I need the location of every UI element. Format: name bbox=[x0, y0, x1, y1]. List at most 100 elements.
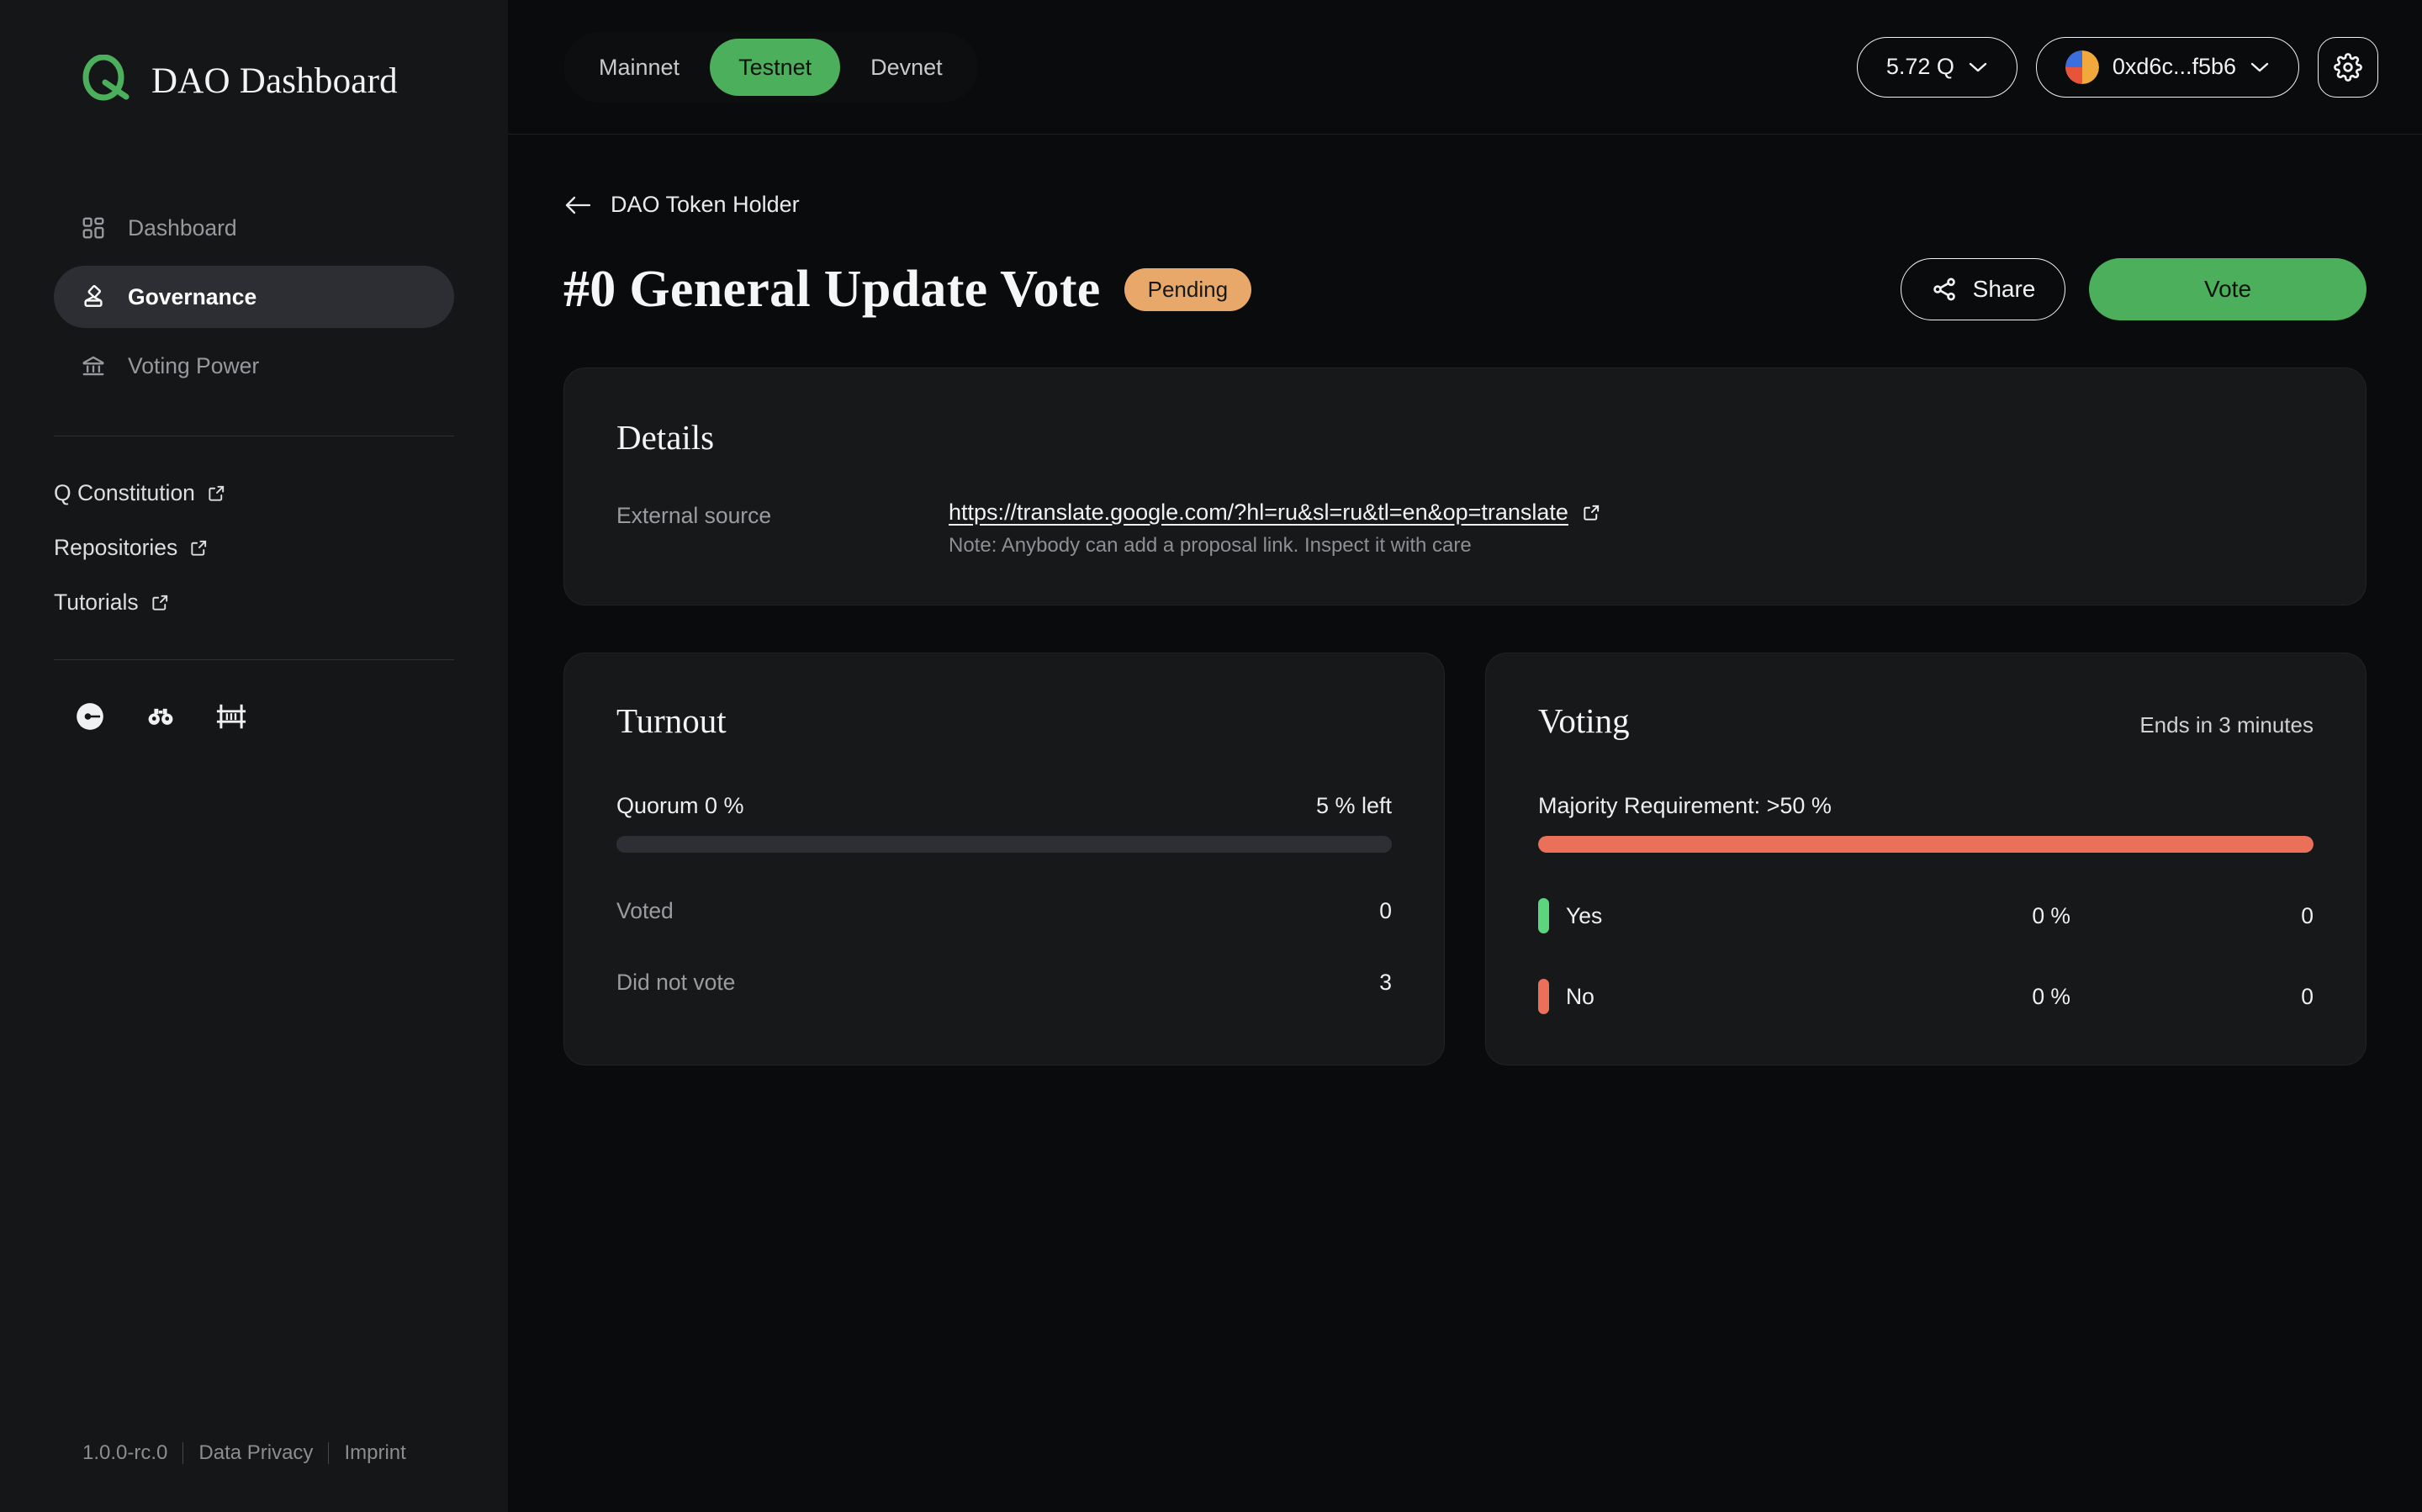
vote-button[interactable]: Vote bbox=[2089, 258, 2366, 320]
stats-row: Turnout Quorum 0 % 5 % left Voted 0 Did bbox=[563, 653, 2366, 1065]
turnout-row-did-not-vote: Did not vote 3 bbox=[616, 970, 1392, 996]
app-version: 1.0.0-rc.0 bbox=[82, 1441, 168, 1464]
page-content: DAO Token Holder #0 General Update Vote … bbox=[508, 135, 2422, 1512]
sidebar-links: Q Constitution Repositories Tutorials bbox=[0, 436, 508, 616]
sidebar-link-label: Tutorials bbox=[54, 589, 139, 615]
sidebar-item-dashboard[interactable]: Dashboard bbox=[54, 197, 454, 259]
yes-color-swatch bbox=[1538, 898, 1549, 933]
vote-option-count: 0 bbox=[2301, 902, 2314, 928]
arrow-left-icon bbox=[565, 196, 591, 214]
vote-option-yes: Yes 0 % 0 bbox=[1538, 898, 2314, 933]
wallet-dropdown[interactable]: 0xd6c...f5b6 bbox=[2035, 36, 2299, 98]
sidebar-item-label: Governance bbox=[128, 283, 257, 309]
voting-progress-track bbox=[1538, 836, 2314, 853]
vote-option-percent: 0 % bbox=[2032, 983, 2070, 1009]
network-switch: Mainnet Testnet Devnet bbox=[563, 31, 978, 103]
turnout-card: Turnout Quorum 0 % 5 % left Voted 0 Did bbox=[563, 653, 1445, 1065]
majority-row: Majority Requirement: >50 % bbox=[1538, 793, 2314, 819]
quorum-label: Quorum 0 % bbox=[616, 793, 744, 818]
footer-link-data-privacy[interactable]: Data Privacy bbox=[183, 1441, 328, 1465]
majority-label: Majority Requirement: >50 % bbox=[1538, 793, 1832, 818]
topbar: Mainnet Testnet Devnet 5.72 Q 0xd6c...f5… bbox=[508, 0, 2422, 135]
network-tab-devnet[interactable]: Devnet bbox=[842, 39, 971, 96]
turnout-row-value: 0 bbox=[1379, 898, 1392, 923]
network-tab-mainnet[interactable]: Mainnet bbox=[570, 39, 708, 96]
voting-ends-in: Ends in 3 minutes bbox=[2139, 712, 2314, 737]
turnout-row-voted: Voted 0 bbox=[616, 898, 1392, 924]
turnout-row-label: Did not vote bbox=[616, 970, 736, 995]
back-label: DAO Token Holder bbox=[611, 192, 800, 217]
sidebar-socials bbox=[0, 660, 508, 732]
page-actions: Share Vote bbox=[1901, 258, 2366, 320]
external-source-note: Note: Anybody can add a proposal link. I… bbox=[949, 534, 1472, 557]
sidebar-item-label: Dashboard bbox=[128, 214, 237, 241]
chevron-down-icon bbox=[1969, 62, 1987, 71]
gear-icon bbox=[2334, 52, 2362, 82]
settings-button[interactable] bbox=[2318, 36, 2378, 98]
q-logo-icon bbox=[82, 55, 130, 101]
vote-option-label: No bbox=[1566, 983, 1594, 1009]
binoculars-icon[interactable] bbox=[145, 700, 177, 732]
details-title: Details bbox=[616, 418, 715, 457]
external-source-link[interactable]: https://translate.google.com/?hl=ru&sl=r… bbox=[949, 500, 1601, 526]
turnout-title: Turnout bbox=[616, 701, 727, 740]
ballot-box-icon bbox=[84, 285, 103, 307]
sidebar-nav: Dashboard Governance Voting Power bbox=[0, 197, 508, 397]
sidebar-item-label: Voting Power bbox=[128, 352, 260, 378]
external-link-icon bbox=[209, 485, 225, 501]
sidebar-link-repositories[interactable]: Repositories bbox=[54, 535, 209, 561]
quorum-progress-track bbox=[616, 836, 1392, 853]
vote-option-count: 0 bbox=[2301, 983, 2314, 1009]
sidebar-item-voting-power[interactable]: Voting Power bbox=[54, 335, 454, 397]
network-tab-testnet[interactable]: Testnet bbox=[710, 38, 841, 96]
details-card: Details External source https://translat… bbox=[563, 367, 2366, 605]
wallet-address: 0xd6c...f5b6 bbox=[2112, 54, 2236, 79]
page-title: #0 General Update Vote bbox=[563, 260, 1101, 318]
voting-header: Voting Ends in 3 minutes bbox=[1538, 700, 2314, 741]
sidebar-link-q-constitution[interactable]: Q Constitution bbox=[54, 480, 226, 506]
share-label: Share bbox=[1972, 276, 2036, 302]
external-source-label: External source bbox=[616, 503, 772, 528]
avatar bbox=[2065, 50, 2099, 84]
brand[interactable]: DAO Dashboard bbox=[0, 0, 508, 109]
footer-link-imprint[interactable]: Imprint bbox=[329, 1441, 420, 1465]
voting-card: Voting Ends in 3 minutes Majority Requir… bbox=[1485, 653, 2366, 1065]
quorum-row: Quorum 0 % 5 % left bbox=[616, 793, 1392, 819]
share-button[interactable]: Share bbox=[1901, 258, 2065, 320]
brand-title: DAO Dashboard bbox=[151, 61, 398, 101]
back-button[interactable]: DAO Token Holder bbox=[563, 192, 800, 218]
page-header: #0 General Update Vote Pending Share Vot… bbox=[563, 258, 2366, 320]
vote-option-percent: 0 % bbox=[2032, 902, 2070, 928]
voting-title: Voting bbox=[1538, 701, 1630, 740]
sidebar-item-governance[interactable]: Governance bbox=[54, 266, 454, 328]
telegram-icon[interactable] bbox=[74, 700, 106, 732]
topbar-right: 5.72 Q 0xd6c...f5b6 bbox=[1856, 36, 2378, 98]
sidebar-footer: 1.0.0-rc.0 Data Privacy Imprint bbox=[0, 1441, 508, 1465]
voting-progress-fill bbox=[1538, 836, 2314, 853]
main-area: Mainnet Testnet Devnet 5.72 Q 0xd6c...f5… bbox=[508, 0, 2422, 1512]
vote-option-label: Yes bbox=[1566, 902, 1603, 928]
grid-icon bbox=[82, 217, 104, 239]
no-color-swatch bbox=[1538, 979, 1549, 1014]
vote-option-no: No 0 % 0 bbox=[1538, 979, 2314, 1014]
sidebar-link-label: Repositories bbox=[54, 535, 178, 560]
turnout-row-label: Voted bbox=[616, 898, 674, 923]
sidebar-link-label: Q Constitution bbox=[54, 480, 195, 505]
external-source-url: https://translate.google.com/?hl=ru&sl=r… bbox=[949, 500, 1568, 525]
bank-icon bbox=[82, 356, 104, 376]
app-root: DAO Dashboard Dashboard Governance Votin… bbox=[0, 0, 2422, 1512]
balance-value: 5.72 Q bbox=[1885, 54, 1954, 79]
turnout-header: Turnout bbox=[616, 700, 1392, 741]
sidebar: DAO Dashboard Dashboard Governance Votin… bbox=[0, 0, 508, 1512]
external-link-icon bbox=[1584, 505, 1600, 521]
external-link-icon bbox=[152, 595, 167, 611]
external-link-icon bbox=[191, 540, 207, 556]
balance-dropdown[interactable]: 5.72 Q bbox=[1856, 36, 2017, 98]
external-source-row: External source https://translate.google… bbox=[616, 500, 2314, 558]
quorum-left-label: 5 % left bbox=[1315, 793, 1392, 818]
turnout-row-value: 3 bbox=[1379, 970, 1392, 995]
sidebar-link-tutorials[interactable]: Tutorials bbox=[54, 589, 170, 616]
bridge-icon[interactable] bbox=[215, 700, 247, 732]
share-icon bbox=[1933, 278, 1955, 301]
chevron-down-icon bbox=[2250, 62, 2269, 71]
